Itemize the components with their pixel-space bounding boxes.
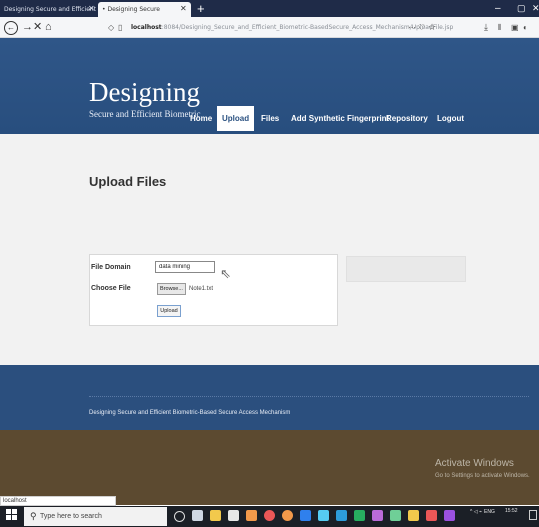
menu-files[interactable]: Files: [256, 106, 284, 131]
task-view-icon[interactable]: [192, 510, 203, 521]
taskbar-search-placeholder[interactable]: Type here to search: [40, 508, 102, 525]
tab-close-icon[interactable]: ✕: [88, 2, 95, 15]
bookmark-star-icon[interactable]: ☆: [428, 20, 436, 35]
file-domain-label: File Domain: [91, 264, 131, 271]
site-footer: [0, 365, 539, 430]
search-icon: ⚲: [30, 511, 37, 521]
taskbar-app-icon[interactable]: [408, 510, 419, 521]
taskbar-app-icon[interactable]: [444, 510, 455, 521]
activate-windows-title: Activate Windows: [435, 458, 514, 469]
extension-icon[interactable]: ◐: [523, 20, 528, 35]
notification-icon[interactable]: [529, 510, 537, 520]
footer-text: Designing Secure and Efficient Biometric…: [89, 410, 291, 416]
start-pane: [6, 515, 11, 520]
download-icon[interactable]: ⤓: [484, 20, 488, 35]
page-actions-icon[interactable]: ⋯: [408, 20, 416, 35]
menu-upload[interactable]: Upload: [217, 106, 254, 131]
shield-icon[interactable]: ◇: [108, 20, 114, 35]
file-domain-input[interactable]: [155, 261, 215, 273]
forward-icon[interactable]: →: [22, 18, 33, 37]
upload-button[interactable]: Upload: [157, 305, 181, 317]
taskbar-app-icon[interactable]: [246, 510, 257, 521]
activate-windows-subtitle: Go to Settings to activate Windows.: [435, 473, 530, 479]
firefox-icon[interactable]: [282, 510, 293, 521]
status-box: [346, 256, 466, 282]
start-pane: [12, 515, 17, 520]
browse-button[interactable]: Browse...: [157, 283, 186, 295]
stop-icon[interactable]: ✕: [33, 18, 42, 37]
url-text[interactable]: localhost:8084/Designing_Secure_and_Effi…: [131, 20, 453, 35]
tray-clock[interactable]: 15:52: [505, 508, 518, 515]
footer-divider: [89, 396, 529, 397]
store-icon[interactable]: [228, 510, 239, 521]
back-icon[interactable]: ←: [4, 21, 18, 35]
minimize-icon[interactable]: –: [495, 0, 501, 17]
new-tab-icon[interactable]: +: [197, 0, 205, 17]
tray-language[interactable]: ENG: [484, 509, 495, 515]
site-title: Designing: [89, 77, 200, 107]
heading-section: [0, 134, 539, 219]
page-heading: Upload Files: [89, 174, 167, 189]
sidebar-icon[interactable]: ▣: [511, 20, 519, 35]
menu-add-synthetic-fingerprint[interactable]: Add Synthetic Fingerprint: [286, 106, 394, 131]
menu-repository[interactable]: Repository: [381, 106, 433, 131]
mouse-cursor-icon: ⇖: [220, 266, 231, 281]
url-host: localhost: [131, 24, 162, 31]
browser-status-bar: localhost: [0, 496, 116, 506]
menu-logout[interactable]: Logout: [432, 106, 469, 131]
site-subtitle: Secure and Efficient Biometric: [89, 109, 201, 119]
maximize-icon[interactable]: ▢: [517, 0, 526, 17]
system-tray-icons[interactable]: ^ ◁ ⌁: [470, 508, 482, 516]
taskbar-app-icon[interactable]: [354, 510, 365, 521]
file-explorer-icon[interactable]: [210, 510, 221, 521]
choose-file-label: Choose File: [91, 285, 131, 292]
home-icon[interactable]: ⌂: [45, 18, 52, 37]
taskbar-app-icon[interactable]: [336, 510, 347, 521]
cortana-icon[interactable]: [174, 511, 185, 522]
menu-home[interactable]: Home: [185, 106, 217, 131]
taskbar-app-icon[interactable]: [426, 510, 437, 521]
chrome-icon[interactable]: [264, 510, 275, 521]
tab-designing-secure-1[interactable]: Designing Secure and Efficient Bio: [0, 2, 98, 17]
page-info-icon[interactable]: ▯: [118, 20, 122, 35]
taskbar-app-icon[interactable]: [300, 510, 311, 521]
taskbar-app-icon[interactable]: [390, 510, 401, 521]
taskbar-app-icon[interactable]: [372, 510, 383, 521]
tab-close-icon[interactable]: ✕: [180, 2, 187, 15]
windows-start-icon[interactable]: [6, 509, 18, 521]
window-close-icon[interactable]: ✕: [532, 0, 539, 17]
start-pane: [6, 509, 11, 514]
start-pane: [12, 509, 17, 514]
pocket-icon[interactable]: ♡: [418, 20, 425, 35]
taskbar-app-icon[interactable]: [318, 510, 329, 521]
selected-file-name: Note1.txt: [189, 286, 214, 292]
tab-designing-secure-2[interactable]: • Designing Secure: [98, 2, 191, 17]
library-icon[interactable]: ⫴: [498, 20, 501, 35]
